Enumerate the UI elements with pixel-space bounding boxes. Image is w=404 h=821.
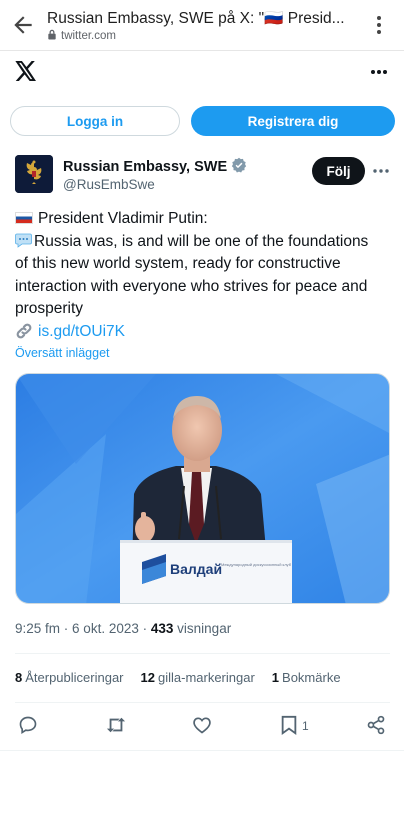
- page-title: Russian Embassy, SWE på X: "🇷🇺 Presid...: [47, 10, 345, 27]
- tweet-meta: 9:25 fm · 6 okt. 2023 · 433 visningar: [15, 621, 232, 636]
- login-button[interactable]: Logga in: [10, 106, 180, 136]
- translate-link[interactable]: Översätt inlägget: [15, 346, 110, 360]
- tweet-text-line: Russia was, is and will be one of the fo…: [15, 231, 395, 254]
- podium-logo-text: Валдай: [170, 561, 222, 577]
- repost-button[interactable]: [105, 715, 127, 737]
- tweet-text-line: interaction with everyone who strives fo…: [15, 277, 368, 295]
- link-icon: [15, 323, 33, 339]
- tweet-image[interactable]: Валдай Международный дискуссионный клуб: [15, 373, 390, 604]
- more-horizontal-icon[interactable]: [372, 163, 390, 179]
- repost-icon: [105, 715, 127, 738]
- bookmark-count: 1: [302, 719, 309, 733]
- tweet-text-line: prosperity: [15, 300, 84, 317]
- bookmarks-stat[interactable]: 1 Bokmärke: [272, 670, 341, 685]
- views-count: 433: [150, 621, 174, 636]
- podium-logo-subtitle: Международный дискуссионный клуб: [221, 562, 292, 567]
- browser-divider: [0, 50, 404, 51]
- speech-balloon-icon: [15, 233, 32, 248]
- author-name-row: Russian Embassy, SWE: [63, 157, 247, 177]
- bookmark-icon: [280, 715, 298, 738]
- tweet-link[interactable]: is.gd/tOUi7K: [15, 321, 395, 344]
- views-label: visningar: [177, 621, 232, 636]
- follow-button[interactable]: Följ: [312, 157, 365, 185]
- heart-icon: [192, 715, 212, 738]
- tweet-stats: 8 Återpubliceringar 12 gilla-markeringar 1…: [15, 670, 341, 685]
- reposts-stat[interactable]: 8 Återpubliceringar: [15, 670, 124, 685]
- like-button[interactable]: [192, 715, 212, 737]
- likes-stat[interactable]: 12 gilla-markeringar: [141, 670, 255, 685]
- browser-header: Russian Embassy, SWE på X: "🇷🇺 Presid...…: [0, 0, 404, 50]
- russia-flag-icon: [15, 212, 33, 224]
- tweet-text: President Vladimir Putin: Russia was, is…: [15, 208, 395, 343]
- divider: [15, 653, 390, 654]
- bookmark-button[interactable]: 1: [280, 715, 309, 737]
- url-text: twitter.com: [61, 30, 116, 42]
- register-button[interactable]: Registrera dig: [191, 106, 395, 136]
- tweet-date[interactable]: 6 okt. 2023: [72, 621, 139, 636]
- author-handle[interactable]: @RusEmbSwe: [63, 177, 155, 192]
- verified-badge-icon: [231, 157, 247, 177]
- arrow-left-icon[interactable]: [10, 12, 36, 38]
- share-button[interactable]: [366, 715, 386, 737]
- x-logo-icon[interactable]: [15, 61, 37, 81]
- divider: [15, 702, 390, 703]
- more-horizontal-icon[interactable]: [368, 62, 390, 82]
- share-icon: [366, 715, 386, 738]
- tweet-text-line: of this new world system, ready for cons…: [15, 255, 341, 272]
- tweet-text-line: President Vladimir Putin:: [15, 208, 395, 231]
- avatar[interactable]: [15, 155, 53, 193]
- reply-icon: [18, 715, 38, 738]
- lock-icon: [47, 29, 57, 43]
- kebab-menu-icon[interactable]: [368, 12, 390, 38]
- reply-button[interactable]: [18, 715, 38, 737]
- author-name[interactable]: Russian Embassy, SWE: [63, 159, 227, 175]
- divider: [0, 750, 404, 751]
- tweet-time[interactable]: 9:25 fm: [15, 621, 60, 636]
- url-display: twitter.com: [47, 29, 116, 43]
